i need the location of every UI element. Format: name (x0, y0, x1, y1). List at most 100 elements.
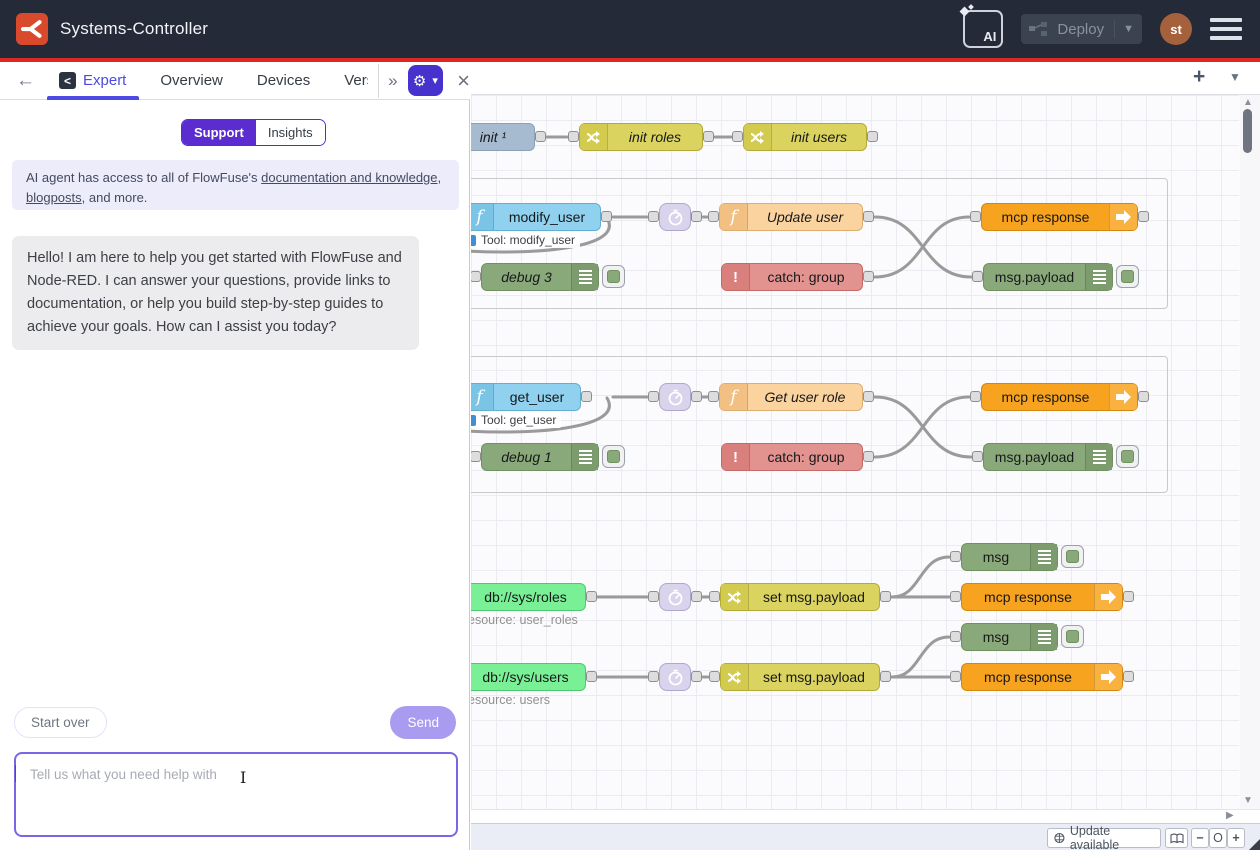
port[interactable] (581, 391, 592, 402)
close-panel-icon[interactable]: × (457, 68, 470, 94)
node-init-roles[interactable]: init roles (579, 123, 703, 151)
port[interactable] (970, 211, 981, 222)
back-arrow-icon[interactable]: ← (16, 70, 35, 92)
node-delay[interactable] (659, 583, 691, 611)
vertical-scrollbar[interactable]: ▲ ▼ (1240, 95, 1260, 809)
node-catch-group[interactable]: ! catch: group (721, 443, 863, 471)
zoom-in-button[interactable]: + (1227, 828, 1245, 848)
node-catch-group[interactable]: ! catch: group (721, 263, 863, 291)
port[interactable] (1123, 671, 1134, 682)
node-debug-3[interactable]: debug 3 (481, 263, 599, 291)
tab-expert[interactable]: < Expert (59, 62, 126, 100)
port[interactable] (471, 271, 481, 282)
settings-dropdown-button[interactable]: ⚙ ▾ (408, 65, 444, 96)
user-avatar[interactable]: st (1160, 13, 1192, 45)
start-over-button[interactable]: Start over (14, 707, 107, 738)
add-flow-icon[interactable]: + (1193, 65, 1205, 89)
port[interactable] (863, 211, 874, 222)
zoom-out-button[interactable]: − (1191, 828, 1209, 848)
port[interactable] (648, 671, 659, 682)
port[interactable] (950, 591, 961, 602)
blogposts-link[interactable]: blogposts (26, 190, 82, 205)
node-set-msg-payload[interactable]: set msg.payload (720, 663, 880, 691)
node-db-sys-users[interactable]: db://sys/users (471, 663, 586, 691)
node-mcp-response[interactable]: mcp response (961, 663, 1123, 691)
debug-toggle-button[interactable] (1116, 445, 1139, 468)
node-delay[interactable] (659, 203, 691, 231)
scroll-down-icon[interactable]: ▼ (1243, 795, 1253, 806)
debug-toggle-button[interactable] (1061, 625, 1084, 648)
port[interactable] (568, 131, 579, 142)
port[interactable] (535, 131, 546, 142)
node-mcp-response[interactable]: mcp response (981, 383, 1138, 411)
node-get-user[interactable]: f get_user (471, 383, 581, 411)
debug-toggle-button[interactable] (1116, 265, 1139, 288)
port[interactable] (586, 671, 597, 682)
port[interactable] (648, 211, 659, 222)
port[interactable] (471, 451, 481, 462)
node-delay[interactable] (659, 663, 691, 691)
port[interactable] (863, 451, 874, 462)
node-msg[interactable]: msg (961, 543, 1058, 571)
port[interactable] (708, 211, 719, 222)
documentation-link[interactable]: documentation and knowledge (261, 170, 437, 185)
port[interactable] (648, 391, 659, 402)
port[interactable] (1138, 211, 1149, 222)
tab-devices[interactable]: Devices (257, 72, 310, 89)
port[interactable] (709, 591, 720, 602)
send-button[interactable]: Send (390, 706, 456, 739)
node-msg-payload[interactable]: msg.payload (983, 443, 1113, 471)
port[interactable] (708, 391, 719, 402)
port[interactable] (880, 671, 891, 682)
node-msg-payload[interactable]: msg.payload (983, 263, 1113, 291)
port[interactable] (601, 211, 612, 222)
debug-toggle-button[interactable] (602, 265, 625, 288)
port[interactable] (867, 131, 878, 142)
deploy-caret-icon[interactable]: ▼ (1123, 23, 1134, 35)
node-set-msg-payload[interactable]: set msg.payload (720, 583, 880, 611)
expand-tabs-icon[interactable]: » (388, 71, 395, 91)
flow-canvas[interactable]: init ¹ init roles init users f modify_us… (471, 62, 1260, 850)
port[interactable] (972, 451, 983, 462)
chat-input[interactable] (14, 752, 458, 837)
debug-toggle-button[interactable] (1061, 545, 1084, 568)
port[interactable] (648, 591, 659, 602)
port[interactable] (732, 131, 743, 142)
port[interactable] (950, 671, 961, 682)
deploy-button[interactable]: Deploy ▼ (1021, 14, 1142, 44)
insights-toggle-button[interactable]: Insights (256, 120, 325, 145)
ai-assistant-button[interactable]: AI (963, 10, 1003, 48)
node-init[interactable]: init ¹ (471, 123, 535, 151)
flow-list-caret-icon[interactable]: ▼ (1229, 70, 1241, 84)
port[interactable] (709, 671, 720, 682)
port[interactable] (691, 671, 702, 682)
navigator-toggle-button[interactable] (1165, 828, 1188, 848)
node-mcp-response[interactable]: mcp response (961, 583, 1123, 611)
node-delay[interactable] (659, 383, 691, 411)
port[interactable] (691, 591, 702, 602)
port[interactable] (972, 271, 983, 282)
port[interactable] (970, 391, 981, 402)
node-update-user[interactable]: f Update user (719, 203, 863, 231)
node-mcp-response[interactable]: mcp response (981, 203, 1138, 231)
node-init-users[interactable]: init users (743, 123, 867, 151)
node-msg[interactable]: msg (961, 623, 1058, 651)
node-get-user-role[interactable]: f Get user role (719, 383, 863, 411)
port[interactable] (1123, 591, 1134, 602)
port[interactable] (880, 591, 891, 602)
node-debug-1[interactable]: debug 1 (481, 443, 599, 471)
tab-version-history[interactable]: Version History (344, 72, 367, 89)
port[interactable] (950, 631, 961, 642)
scrollbar-thumb[interactable] (1243, 109, 1252, 153)
port[interactable] (691, 391, 702, 402)
port[interactable] (863, 271, 874, 282)
node-modify-user[interactable]: f modify_user (471, 203, 601, 231)
zoom-reset-button[interactable]: O (1209, 828, 1227, 848)
scroll-up-icon[interactable]: ▲ (1243, 97, 1253, 108)
port[interactable] (586, 591, 597, 602)
support-toggle-button[interactable]: Support (182, 120, 256, 145)
port[interactable] (950, 551, 961, 562)
node-db-sys-roles[interactable]: db://sys/roles (471, 583, 586, 611)
port[interactable] (1138, 391, 1149, 402)
tab-overview[interactable]: Overview (160, 72, 223, 89)
